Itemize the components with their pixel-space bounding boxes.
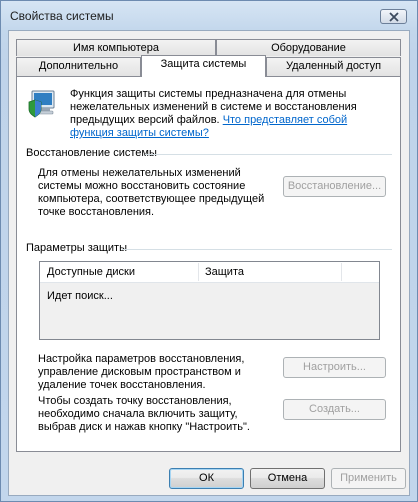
tab-label: Имя компьютера <box>72 42 160 54</box>
drives-list-header: Доступные диски Защита <box>40 262 379 283</box>
system-properties-window: Свойства системы Имя компьютера Оборудов… <box>0 0 418 502</box>
close-icon <box>389 12 399 22</box>
system-protection-panel: Функция защиты системы предназначена для… <box>16 76 401 452</box>
searching-status: Идет поиск... <box>47 290 113 302</box>
column-header-drives[interactable]: Доступные диски <box>40 262 198 282</box>
create-description: Чтобы создать точку восстановления, необ… <box>38 395 250 433</box>
configure-button[interactable]: Настроить... <box>283 357 386 378</box>
protection-group-divider <box>122 249 392 250</box>
tab-remote[interactable]: Удаленный доступ <box>266 57 401 76</box>
tab-hardware[interactable]: Оборудование <box>216 39 401 56</box>
cancel-button[interactable]: Отмена <box>250 468 325 489</box>
column-separator <box>341 263 342 281</box>
tab-label: Дополнительно <box>38 60 119 72</box>
tab-computer-name[interactable]: Имя компьютера <box>16 39 216 56</box>
tab-system-protection[interactable]: Защита системы <box>141 55 266 77</box>
create-button[interactable]: Создать... <box>283 399 386 420</box>
tab-label: Защита системы <box>160 58 247 70</box>
restore-group-divider <box>145 154 392 155</box>
drives-list[interactable]: Доступные диски Защита Идет поиск... <box>39 261 380 340</box>
ok-button[interactable]: ОК <box>169 468 244 489</box>
restore-group-title: Восстановление системы <box>26 147 157 159</box>
close-button[interactable] <box>380 9 407 24</box>
window-title: Свойства системы <box>10 9 114 23</box>
tab-label: Удаленный доступ <box>285 60 382 72</box>
title-bar[interactable]: Свойства системы <box>1 1 417 29</box>
dialog-client-area: Имя компьютера Оборудование Дополнительн… <box>8 30 410 496</box>
protection-group-title: Параметры защиты <box>26 242 127 254</box>
tab-label: Оборудование <box>271 42 346 54</box>
tab-advanced[interactable]: Дополнительно <box>16 57 141 76</box>
intro-text-block: Функция защиты системы предназначена для… <box>70 88 390 140</box>
configure-description: Настройка параметров восстановления, упр… <box>38 353 245 391</box>
shield-computer-icon <box>28 90 55 118</box>
apply-button[interactable]: Применить <box>331 468 406 489</box>
column-header-protection[interactable]: Защита <box>198 262 341 282</box>
restore-button[interactable]: Восстановление... <box>283 176 386 197</box>
restore-description: Для отмены нежелательных изменений систе… <box>38 167 265 218</box>
